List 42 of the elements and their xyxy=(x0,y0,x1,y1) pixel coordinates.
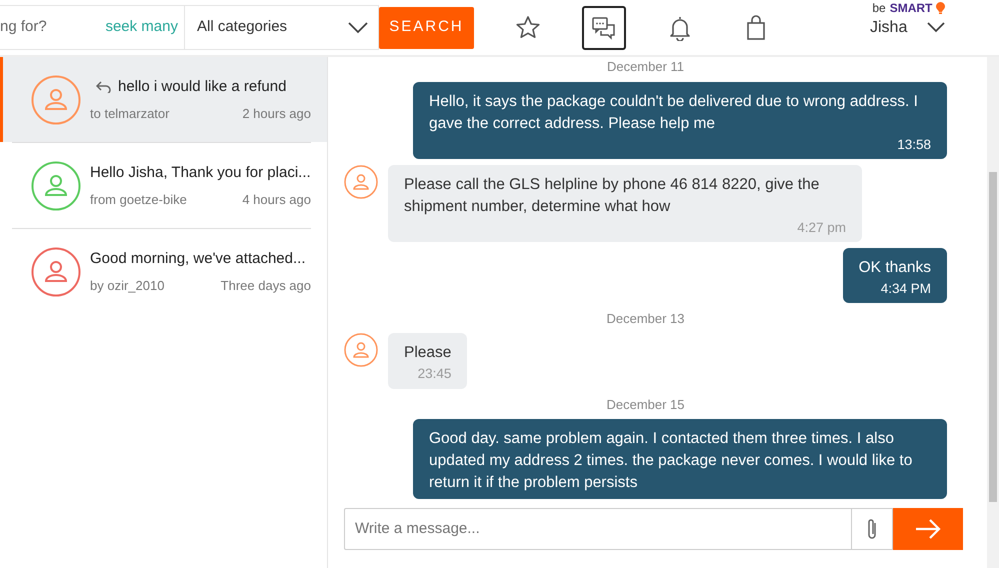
message-text: OK thanks xyxy=(858,258,931,278)
brand-prefix: be xyxy=(872,2,886,14)
bulb-icon xyxy=(936,2,946,14)
date-separator: December 13 xyxy=(605,310,686,328)
send-button[interactable] xyxy=(893,508,963,550)
message-time: 13:58 xyxy=(896,136,931,154)
message-text: Please call the GLS helpline by phone 46 814 8220, give the shipment number, determine what how xyxy=(404,174,820,217)
conversation-time: 4 hours ago xyxy=(242,190,311,209)
avatar-icon xyxy=(344,164,378,199)
date-separator: December 15 xyxy=(605,396,686,414)
message-text: Please xyxy=(404,343,452,364)
message-input[interactable]: Write a message... xyxy=(344,508,852,550)
date-separator: December 11 xyxy=(606,58,686,76)
scrollbar[interactable] xyxy=(987,57,999,568)
conversation-title: Good morning, we've attached... xyxy=(90,249,306,269)
conversation-sender: from goetze-bike xyxy=(90,190,187,209)
avatar-icon xyxy=(344,333,378,368)
message-time: 23:45 xyxy=(416,365,452,384)
conversation-sender: to telmarzator xyxy=(90,104,170,122)
conversation-title: hello i would like a refund xyxy=(118,77,286,97)
message-time: 4:27 pm xyxy=(796,218,846,237)
conversation-item[interactable]: hello i would like a refund to telmarzator 2 hours ago xyxy=(0,57,327,142)
conversation-time: 2 hours ago xyxy=(242,104,311,123)
messages-button[interactable] xyxy=(582,6,626,50)
message-text: Good day. same problem again. I contacted them three times. I also updated my address 2 times. the package never comes. I would like to return it if the problem persists xyxy=(429,429,914,494)
conversation-sender: by ozir_2010 xyxy=(90,276,164,295)
chevron-down-icon[interactable] xyxy=(927,22,946,33)
scrollbar-thumb[interactable] xyxy=(989,172,997,502)
brand-logo: SMART xyxy=(890,2,932,14)
chevron-down-icon xyxy=(348,22,368,34)
message-time: 4:34 PM xyxy=(880,280,931,298)
conversation-title: Hello Jisha, Thank you for placi... xyxy=(90,163,311,183)
conversation-item[interactable]: Hello Jisha, Thank you for placi... from goetze-bike 4 hours ago xyxy=(0,143,327,228)
category-dropdown[interactable]: All categories xyxy=(185,5,379,50)
arrow-right-icon xyxy=(915,519,941,539)
message-text: Hello, it says the package couldn't be delivered due to wrong address. I gave the correct address. Please help me xyxy=(429,92,919,134)
attach-button[interactable] xyxy=(852,508,893,550)
conversation-time: Three days ago xyxy=(220,276,311,295)
messages-icon xyxy=(591,14,617,40)
user-name[interactable]: Jisha xyxy=(870,16,908,40)
conversation-item[interactable]: Good morning, we've attached... by ozir_2010 Three days ago xyxy=(0,229,327,314)
star-icon xyxy=(515,14,541,40)
